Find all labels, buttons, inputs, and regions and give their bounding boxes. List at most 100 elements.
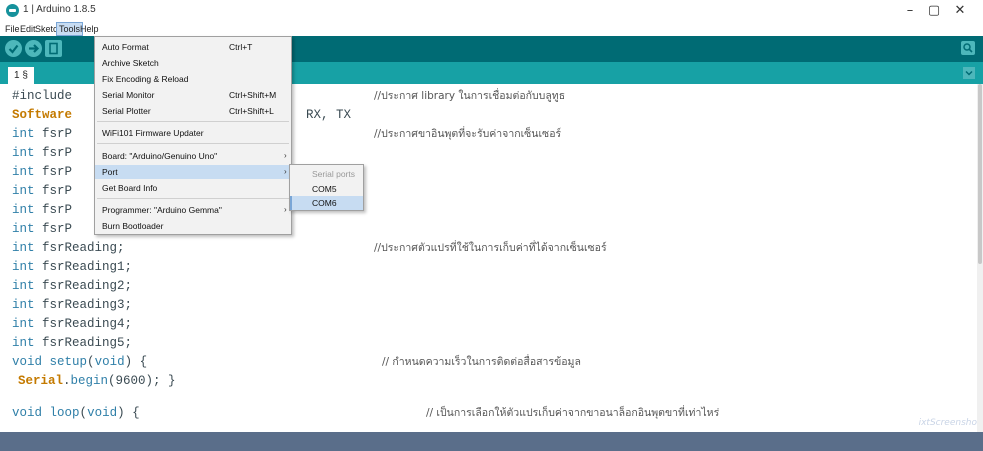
code-keyword: int	[12, 336, 35, 350]
code-keyword: int	[12, 317, 35, 331]
code-text: fsrP	[42, 184, 73, 198]
port-item-com6[interactable]: COM6	[290, 196, 363, 210]
code-keyword: int	[12, 260, 35, 274]
code-comment: //ประกาศตัวแปรที่ใช้ในการเก็บค่าที่ได้จา…	[374, 242, 607, 254]
menu-item-label: Serial Monitor	[102, 90, 155, 100]
menu-item-auto-format[interactable]: Auto Format Ctrl+T	[95, 40, 291, 54]
serial-monitor-button[interactable]	[961, 41, 975, 55]
code-line: Software RX, TX	[12, 106, 351, 125]
menu-item-burn-bootloader[interactable]: Burn Bootloader	[95, 219, 291, 233]
code-line: void setup(void) {	[12, 355, 148, 369]
code-text: ) {	[124, 355, 148, 369]
menu-item-serial-plotter[interactable]: Serial Plotter Ctrl+Shift+L	[95, 104, 291, 118]
watermark: ixtScreensho	[918, 418, 977, 428]
menu-item-programmer[interactable]: Programmer: "Arduino Gemma" ›	[95, 203, 291, 217]
maximize-button[interactable]: ▢	[922, 2, 946, 20]
code-text: Software	[12, 108, 73, 122]
menu-item-label: Programmer: "Arduino Gemma"	[102, 205, 222, 215]
code-keyword: int	[12, 146, 35, 160]
menu-item-serial-monitor[interactable]: Serial Monitor Ctrl+Shift+M	[95, 88, 291, 102]
title-bar: 1 | Arduino 1.8.5 – ▢ ✕	[0, 0, 983, 22]
code-line: int fsrP	[12, 163, 72, 182]
tab-sketch-1[interactable]: 1 §	[8, 67, 34, 84]
code-comment: // เป็นการเลือกให้ตัวแปรเก็บค่าจากขาอนาล…	[426, 407, 720, 419]
code-keyword: int	[12, 241, 35, 255]
upload-button[interactable]	[25, 40, 42, 57]
menu-item-label: WiFi101 Firmware Updater	[102, 128, 204, 138]
editor-scrollbar-thumb[interactable]	[978, 84, 982, 264]
port-submenu: Serial ports COM5 COM6	[289, 164, 364, 211]
new-sketch-button[interactable]	[45, 40, 62, 57]
code-line: int fsrP	[12, 220, 72, 239]
code-text: RX, TX	[306, 108, 352, 122]
verify-icon	[8, 44, 19, 54]
code-keyword: int	[12, 279, 35, 293]
code-text: fsrP	[42, 222, 73, 236]
verify-button[interactable]	[5, 40, 22, 57]
menu-item-archive-sketch[interactable]: Archive Sketch	[95, 56, 291, 70]
menu-item-board-info[interactable]: Get Board Info	[95, 181, 291, 195]
minimize-button[interactable]: –	[898, 2, 922, 20]
tab-menu-button[interactable]	[963, 67, 975, 79]
code-keyword: int	[12, 298, 35, 312]
code-line: int fsrReading;	[12, 239, 125, 258]
code-comment: //ประกาศ library ในการเชื่อมต่อกับบลูทูธ	[374, 90, 566, 102]
menu-item-port[interactable]: Port ›	[95, 165, 291, 179]
code-text: fsrP	[42, 146, 73, 160]
code-keyword: void	[12, 406, 43, 420]
chevron-down-icon	[965, 70, 973, 76]
menu-item-label: Port	[102, 167, 118, 177]
window-title: 1 | Arduino 1.8.5	[23, 4, 96, 15]
code-line: int fsrReading5;	[12, 334, 132, 353]
code-comment: // กำหนดความเร็วในการติดต่อสื่อสารข้อมูล	[382, 356, 581, 368]
code-text: fsrReading5;	[42, 336, 133, 350]
menu-item-label: Serial Plotter	[102, 106, 151, 116]
code-text: ) {	[117, 406, 140, 420]
code-text: fsrP	[42, 165, 73, 179]
code-text: fsrReading2;	[42, 279, 133, 293]
code-line: int fsrReading1;	[12, 258, 132, 277]
menu-item-fix-encoding[interactable]: Fix Encoding & Reload	[95, 72, 291, 86]
code-comment: //ประกาศขาอินพุตที่จะรับค่าจากเซ็นเซอร์	[374, 128, 562, 140]
code-line: int fsrP	[12, 125, 72, 144]
code-text: fsrP	[42, 127, 73, 141]
code-line: void loop(void) {	[12, 406, 140, 420]
menu-item-shortcut: Ctrl+Shift+L	[229, 106, 274, 116]
chevron-right-icon: ›	[284, 205, 287, 214]
code-line: int fsrP	[12, 144, 72, 163]
chevron-right-icon: ›	[284, 151, 287, 160]
code-text: fsrReading;	[42, 241, 125, 255]
menu-item-label: Board: "Arduino/Genuino Uno"	[102, 151, 218, 161]
menu-help[interactable]: Help	[78, 22, 101, 36]
serial-monitor-icon	[963, 43, 973, 53]
code-keyword: void	[87, 406, 118, 420]
code-text: fsrReading1;	[42, 260, 133, 274]
code-line: Serial.begin(9600); }	[18, 374, 176, 388]
code-text: fsrReading4;	[42, 317, 133, 331]
code-line: int fsrReading2;	[12, 277, 132, 296]
code-text: #include	[12, 89, 73, 103]
close-button[interactable]: ✕	[948, 2, 972, 20]
port-item-com5[interactable]: COM5	[290, 182, 363, 196]
code-keyword: void	[12, 355, 43, 369]
code-text: fsrReading3;	[42, 298, 133, 312]
code-keyword: int	[12, 165, 35, 179]
status-bar	[0, 432, 983, 451]
menu-item-label: Get Board Info	[102, 183, 158, 193]
menu-item-label: Burn Bootloader	[102, 221, 164, 231]
code-line: int fsrP	[12, 201, 72, 220]
menu-separator	[97, 121, 289, 122]
arduino-logo-icon	[6, 4, 19, 17]
menu-item-wifi-updater[interactable]: WiFi101 Firmware Updater	[95, 126, 291, 140]
code-line: int fsrP	[12, 182, 72, 201]
code-function: begin	[70, 374, 109, 388]
code-function: setup	[49, 355, 88, 369]
code-keyword: int	[12, 203, 35, 217]
upload-icon	[29, 44, 40, 53]
menu-item-board[interactable]: Board: "Arduino/Genuino Uno" ›	[95, 149, 291, 163]
submenu-header: Serial ports	[312, 169, 355, 179]
chevron-right-icon: ›	[284, 167, 287, 176]
code-line: int fsrReading3;	[12, 296, 132, 315]
menu-item-label: Archive Sketch	[102, 58, 159, 68]
menu-separator	[97, 143, 289, 144]
